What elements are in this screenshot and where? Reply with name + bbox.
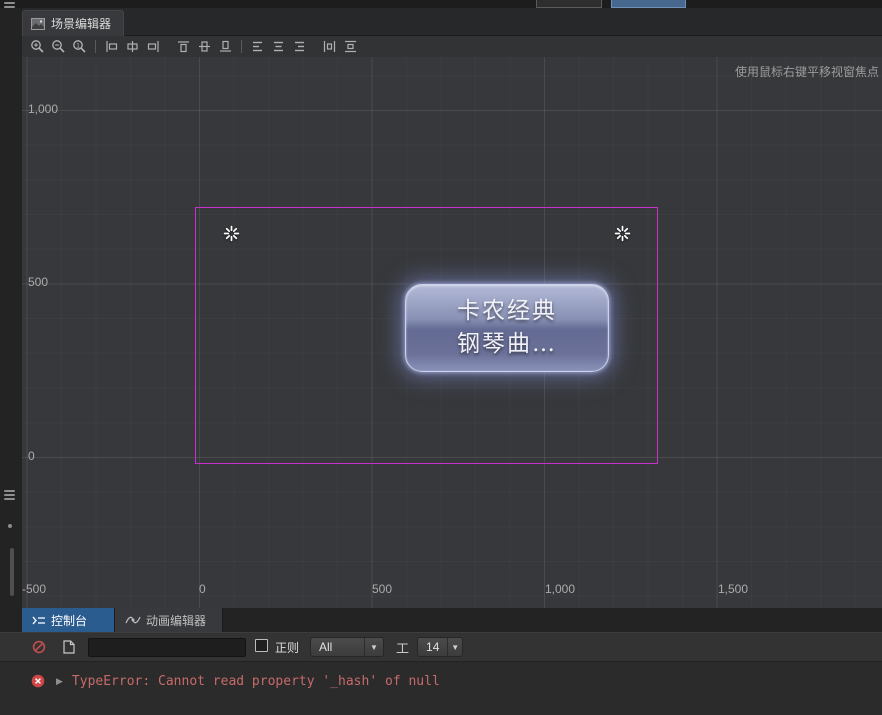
distribute-right-button[interactable] [289,38,310,55]
rail-dot-icon [8,524,12,528]
console-icon [32,616,45,624]
align-left-button[interactable] [101,38,122,55]
console-error-row[interactable]: ▶ TypeError: Cannot read property '_hash… [0,671,882,691]
font-size-icon: 工 [396,640,410,656]
align-horizontal-center-icon [127,41,138,52]
distribute-vertical-button[interactable] [340,38,361,55]
bars-align-right-icon [295,41,304,52]
scene-node-button[interactable]: 卡农经典 钢琴曲… [405,284,609,372]
console-toolbar: 正则 All ▼ 工 14 ▼ [0,632,882,661]
align-right-icon [147,41,159,52]
bars-align-left-icon [253,41,262,52]
image-icon [31,17,45,30]
console-search-input[interactable] [88,637,246,657]
x-axis-label: -500 [22,582,47,596]
node-button-line2: 钢琴曲… [457,331,557,357]
rail-menu-icon[interactable] [4,488,15,502]
bars-align-center-icon [274,41,283,52]
canvas-hint: 使用鼠标右键平移视窗焦点 [734,65,879,79]
chevron-down-icon: ▼ [447,638,462,656]
filter-selected-value: All [319,640,333,654]
distribute-center-button[interactable] [268,38,289,55]
scene-toolbar: 1 [22,36,882,57]
error-message: TypeError: Cannot read property '_hash' … [71,673,440,689]
distribute-vertical-icon [345,40,356,53]
node-button-line1: 卡农经典 [457,298,557,324]
align-horizontal-center-button[interactable] [122,38,143,55]
tab-scene-editor[interactable]: 场景编辑器 [22,10,125,36]
zoom-reset-icon: 1 [73,40,86,53]
chevron-down-icon: ▼ [364,638,383,656]
toolbar-separator [95,40,96,53]
clear-icon [32,640,46,654]
align-top-icon [178,41,189,53]
topbar-button-right[interactable] [611,0,686,8]
regex-checkbox[interactable] [255,639,268,652]
error-icon [31,674,45,688]
sprite-spark-icon[interactable] [223,225,240,242]
animation-tab-label: 动画编辑器 [146,613,207,628]
zoom-in-icon [31,40,44,53]
zoom-out-icon [52,40,65,53]
x-axis-label: 500 [372,582,393,596]
document-icon [63,640,75,654]
console-output: ▶ TypeError: Cannot read property '_hash… [0,661,882,715]
font-size-selected-value: 14 [426,640,440,654]
left-rail [0,8,22,608]
align-vertical-center-button[interactable] [194,38,215,55]
distribute-horizontal-icon [323,41,336,52]
y-axis-label: 0 [28,449,35,463]
align-top-button[interactable] [173,38,194,55]
console-tab-label: 控制台 [51,613,88,628]
zoom-reset-button[interactable]: 1 [69,38,90,55]
sprite-spark-icon[interactable] [614,225,631,242]
tab-animation-editor[interactable]: 动画编辑器 [115,608,223,632]
scene-tab-label: 场景编辑器 [51,17,112,31]
align-vertical-center-icon [199,41,210,52]
distribute-left-button[interactable] [247,38,268,55]
x-axis-label: 1,000 [545,582,576,596]
scene-tab-bar: 场景编辑器 [22,8,882,36]
bottom-tab-bar: 控制台 动画编辑器 [0,608,882,632]
align-bottom-icon [220,40,231,52]
animation-curve-icon [125,616,141,624]
zoom-out-button[interactable] [48,38,69,55]
zoom-in-button[interactable] [27,38,48,55]
svg-text:1: 1 [76,42,80,49]
editor-window: 场景编辑器 1 使用鼠标右键平移视窗焦点 1,000 500 0 -500 0 … [0,0,882,715]
regex-label: 正则 [275,640,300,655]
scene-canvas[interactable]: 使用鼠标右键平移视窗焦点 1,000 500 0 -500 0 500 1,00… [22,57,882,608]
toolbar-separator [241,40,242,53]
vertical-scrollbar-thumb[interactable] [10,548,14,596]
align-right-button[interactable] [143,38,164,55]
align-left-icon [106,41,118,52]
distribute-horizontal-button[interactable] [319,38,340,55]
align-bottom-button[interactable] [215,38,236,55]
open-log-file-button[interactable] [60,638,78,656]
log-level-filter-select[interactable]: All ▼ [310,637,385,657]
y-axis-label: 1,000 [28,102,59,116]
y-axis-label: 500 [28,275,49,289]
tab-console[interactable]: 控制台 [22,608,115,632]
expander-arrow-icon[interactable]: ▶ [56,676,63,687]
top-strip [0,0,882,12]
topbar-button-left[interactable] [536,0,602,8]
x-axis-label: 0 [199,582,206,596]
x-axis-label: 1,500 [718,582,749,596]
clear-console-button[interactable] [30,638,48,656]
font-size-select[interactable]: 14 ▼ [417,637,464,657]
